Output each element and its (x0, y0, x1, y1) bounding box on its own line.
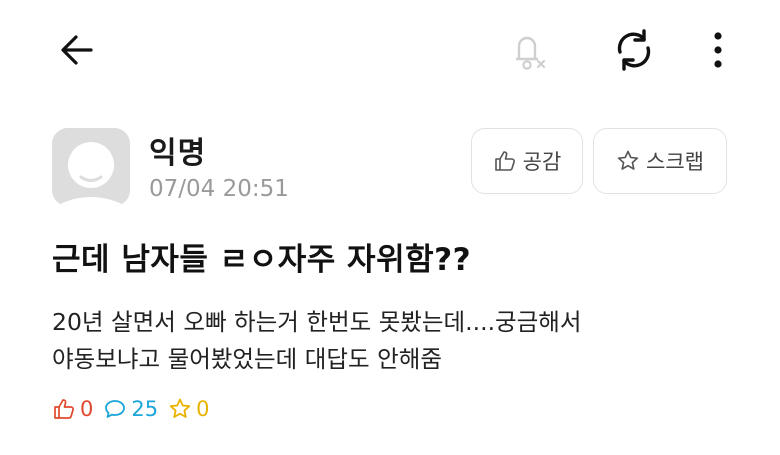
post-screen: 익명 07/04 20:51 공감 스크랩 근데 남자들 ㄹㅇ자주 자위함?? … (0, 0, 780, 455)
like-button-label: 공감 (522, 150, 562, 174)
author-name: 익명 (149, 136, 207, 171)
top-bar (0, 0, 780, 100)
more-vertical-icon (714, 32, 722, 68)
refresh-icon (617, 29, 651, 71)
thumbs-up-icon (54, 399, 74, 419)
post-body-line: 야동보냐고 물어봤었는데 대답도 안해줌 (52, 345, 442, 373)
anonymous-avatar (52, 128, 130, 206)
post-stats: 0 25 0 (52, 393, 219, 425)
comment-count: 25 (131, 397, 159, 421)
post-body: 20년 살면서 오빠 하는거 한번도 못봤는데....궁금해서 야동보냐고 물어… (52, 304, 742, 378)
post-author-row: 익명 07/04 20:51 공감 스크랩 (50, 126, 740, 210)
back-arrow-icon (61, 35, 93, 65)
scrap-count: 0 (196, 397, 210, 421)
post-timestamp: 07/04 20:51 (149, 176, 289, 202)
bell-off-icon (516, 36, 546, 70)
post-body-line: 20년 살면서 오빠 하는거 한번도 못봤는데....궁금해서 (52, 308, 582, 336)
thumbs-up-icon (494, 151, 515, 171)
comment-icon (105, 400, 126, 418)
like-count-stat: 0 (52, 397, 93, 421)
more-options-button[interactable] (698, 22, 738, 78)
post-title: 근데 남자들 ㄹㅇ자주 자위함?? (52, 242, 472, 278)
comment-count-stat: 25 (103, 397, 158, 421)
scrap-button-label: 스크랩 (646, 150, 704, 174)
like-button[interactable]: 공감 (471, 128, 583, 194)
scrap-count-stat: 0 (168, 397, 209, 421)
star-icon (617, 150, 639, 170)
like-count: 0 (80, 397, 94, 421)
scrap-button[interactable]: 스크랩 (593, 128, 727, 194)
star-icon (169, 398, 191, 418)
notification-toggle-button[interactable] (500, 22, 556, 78)
refresh-button[interactable] (606, 22, 662, 78)
back-button[interactable] (52, 25, 102, 75)
